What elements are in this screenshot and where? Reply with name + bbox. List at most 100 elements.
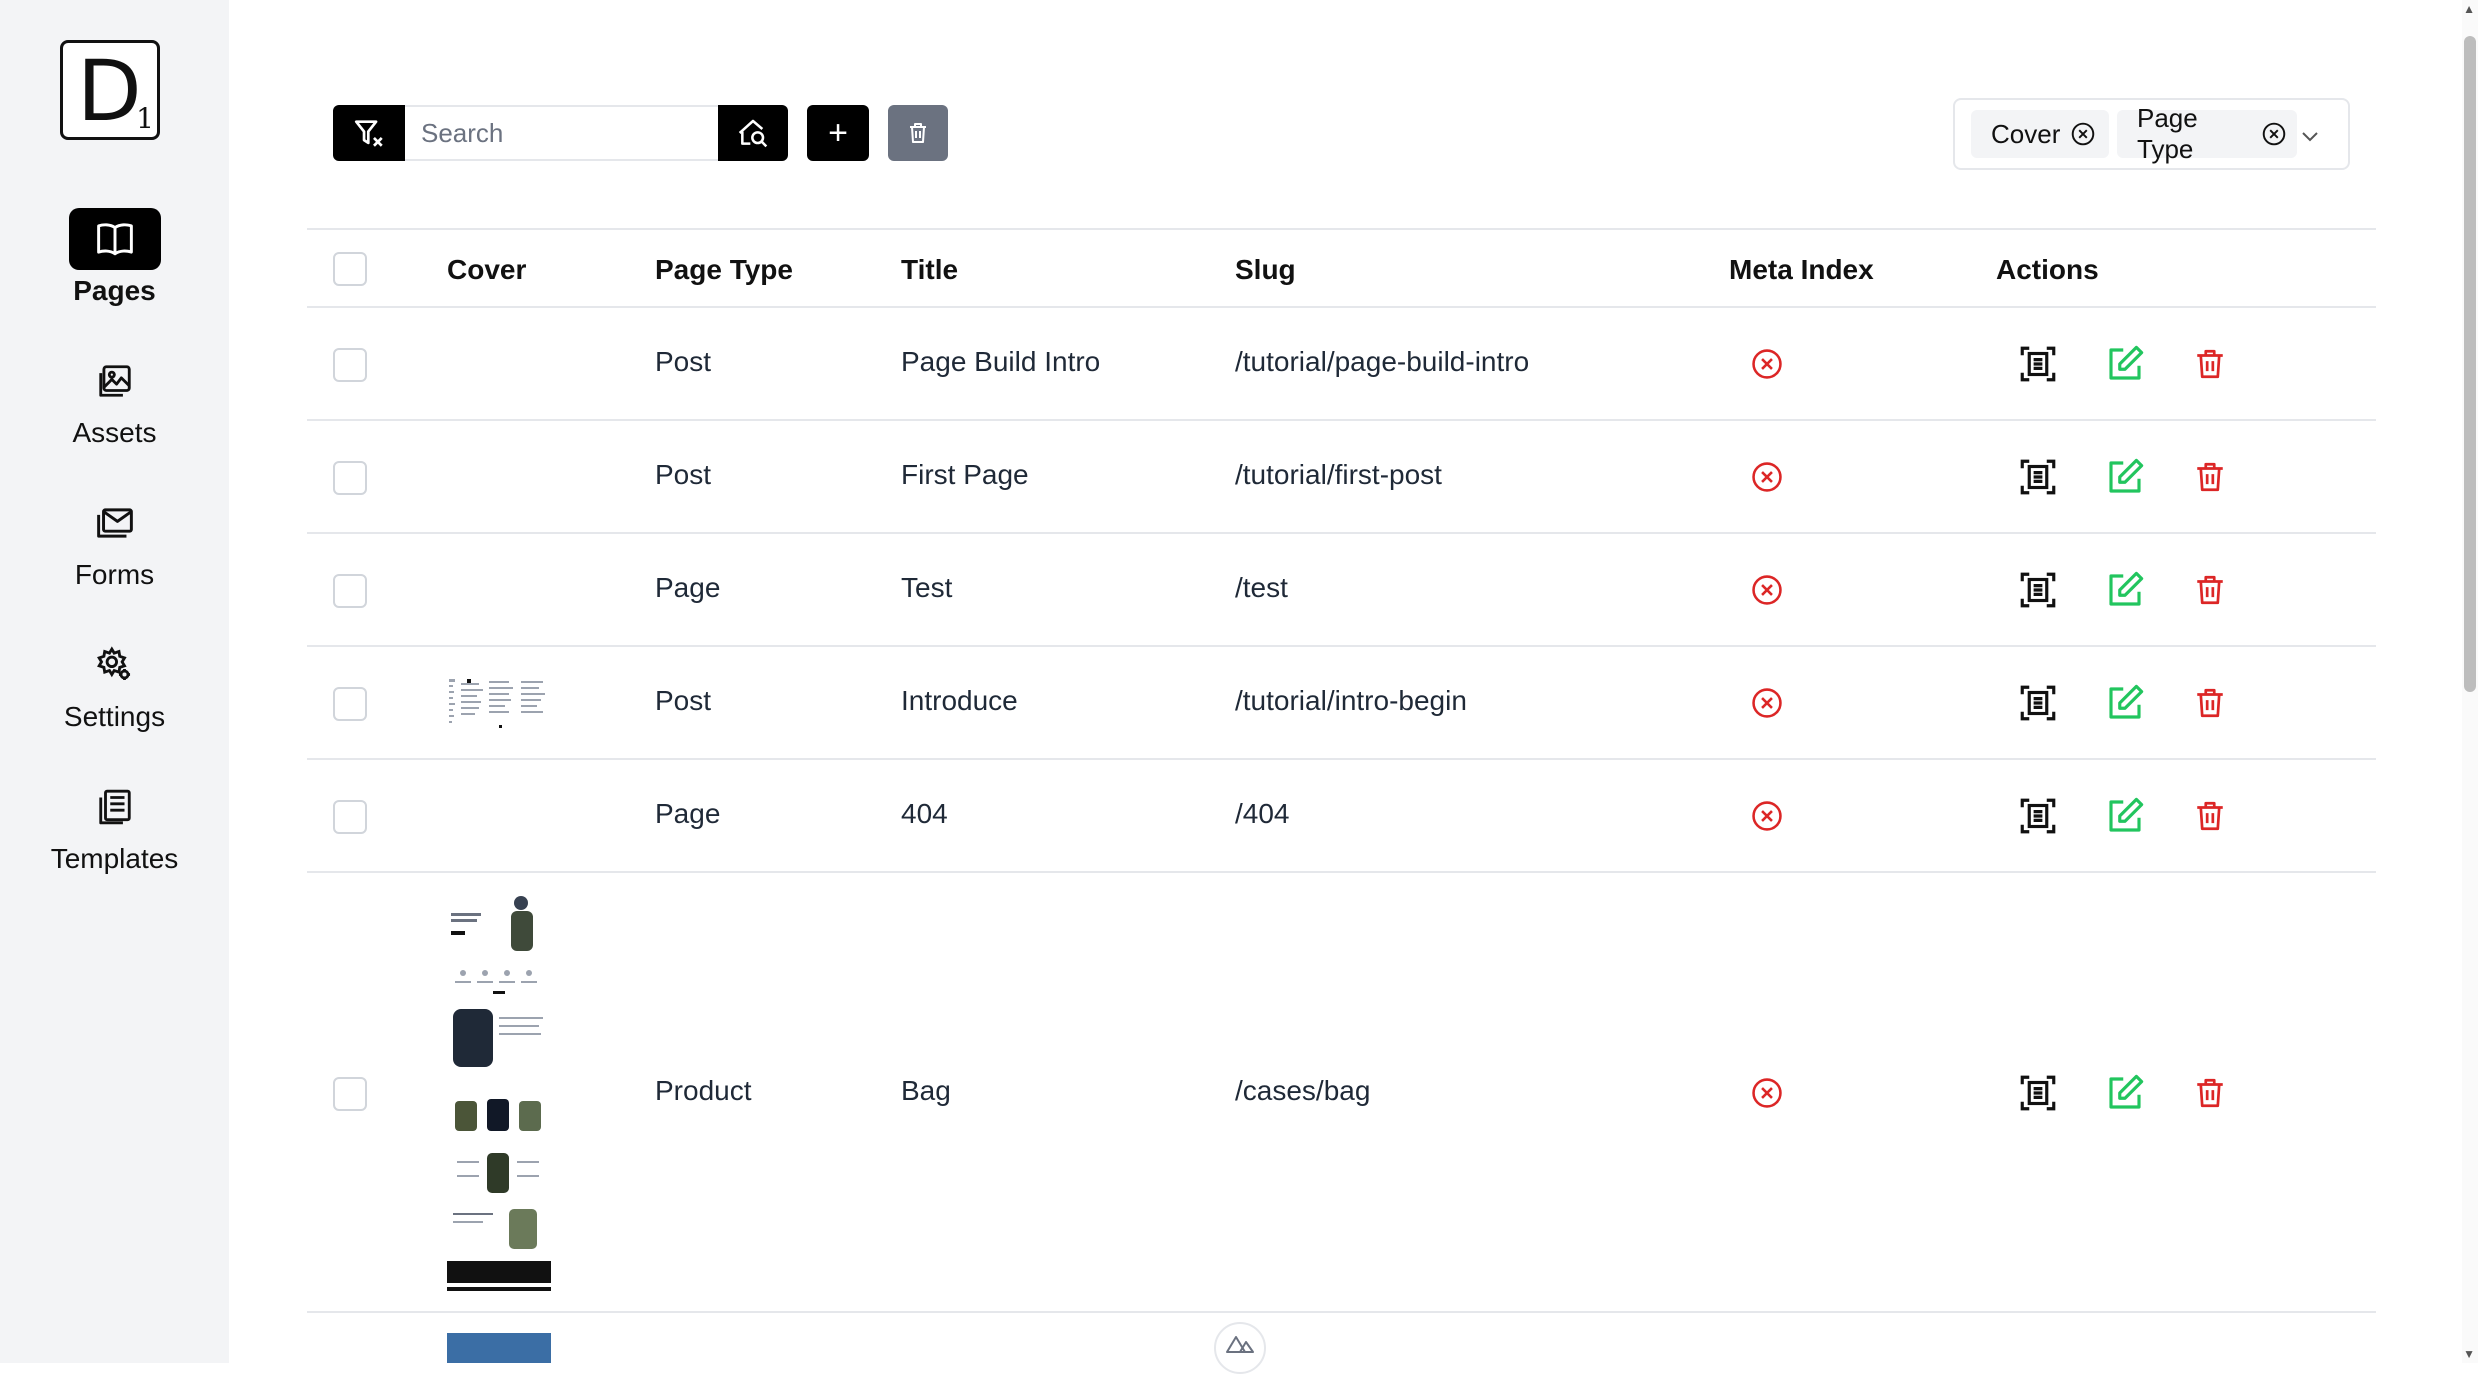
logo-subscript: 1	[136, 102, 154, 135]
cell-page-type: Post	[655, 685, 712, 716]
chip-label: Page Type	[2137, 103, 2198, 164]
cover-thumbnail[interactable]	[447, 1333, 551, 1363]
sidebar-item-label: Settings	[63, 701, 166, 732]
sidebar-item-forms[interactable]: Forms	[0, 492, 229, 612]
cell-slug: /tutorial/page-build-intro	[1235, 346, 1530, 377]
row-checkbox[interactable]	[333, 1077, 367, 1111]
vertical-scrollbar[interactable]: ▲ ▼	[2462, 0, 2478, 1363]
cell-slug: /tutorial/first-post	[1235, 459, 1442, 490]
cell-page-type: Product	[655, 1075, 752, 1106]
edit-icon[interactable]	[2104, 795, 2146, 837]
chevron-down-icon[interactable]	[2298, 124, 2322, 153]
cell-title: First Page	[901, 459, 1029, 490]
edit-icon[interactable]	[2104, 569, 2146, 611]
row-checkbox[interactable]	[333, 348, 367, 382]
column-chip-cover: Cover	[1971, 110, 2109, 158]
cover-thumbnail[interactable]	[447, 891, 551, 1291]
newspaper-icon	[69, 776, 161, 838]
delete-icon[interactable]	[2193, 1074, 2227, 1112]
cog-icon	[69, 634, 161, 696]
search-input[interactable]	[405, 105, 718, 161]
sidebar-item-label: Forms	[74, 559, 155, 590]
edit-icon[interactable]	[2104, 456, 2146, 498]
delete-icon[interactable]	[2193, 684, 2227, 722]
header-slug[interactable]: Slug	[1235, 254, 1296, 286]
view-icon[interactable]	[2017, 456, 2059, 498]
cell-page-type: Page	[655, 572, 721, 603]
sidebar: D 1 Pages Assets Forms Settings Template…	[0, 0, 229, 1363]
row-checkbox[interactable]	[333, 800, 367, 834]
delete-icon[interactable]	[2193, 571, 2227, 609]
view-icon[interactable]	[2017, 343, 2059, 385]
table-row[interactable]: Post Introduce /tutorial/intro-begin	[307, 647, 2376, 760]
header-actions: Actions	[1996, 254, 2099, 285]
not-indexed-icon	[1750, 1076, 1784, 1110]
header-meta-index[interactable]: Meta Index	[1729, 254, 1874, 286]
sidebar-item-label: Assets	[72, 417, 157, 448]
view-icon[interactable]	[2017, 795, 2059, 837]
not-indexed-icon	[1750, 460, 1784, 494]
sidebar-item-label: Pages	[73, 275, 156, 306]
column-chip-page-type: Page Type	[2117, 103, 2297, 164]
visible-columns-select[interactable]: Cover Page Type	[1953, 98, 2350, 170]
table-row[interactable]: Page Test /test	[307, 534, 2376, 647]
images-icon	[69, 350, 161, 412]
delete-icon[interactable]	[2193, 458, 2227, 496]
view-icon[interactable]	[2017, 1072, 2059, 1114]
row-checkbox[interactable]	[333, 574, 367, 608]
select-all-checkbox[interactable]	[333, 252, 367, 286]
cell-slug: /404	[1235, 798, 1290, 829]
table-row[interactable]: Post First Page /tutorial/first-post	[307, 421, 2376, 534]
scroll-down-arrow-icon[interactable]: ▼	[2463, 1347, 2475, 1361]
cell-slug: /tutorial/intro-begin	[1235, 685, 1467, 716]
add-page-button[interactable]: +	[807, 105, 869, 161]
not-indexed-icon	[1750, 347, 1784, 381]
view-icon[interactable]	[2017, 682, 2059, 724]
scrollbar-thumb[interactable]	[2464, 36, 2476, 692]
edit-icon[interactable]	[2104, 343, 2146, 385]
filter-clear-icon	[352, 116, 386, 150]
not-indexed-icon	[1750, 799, 1784, 833]
sidebar-item-label: Templates	[50, 843, 179, 874]
bulk-delete-button[interactable]	[888, 105, 948, 161]
cover-thumbnail[interactable]	[447, 675, 551, 735]
table-row[interactable]: Post Page Build Intro /tutorial/page-bui…	[307, 308, 2376, 421]
not-indexed-icon	[1750, 686, 1784, 720]
remove-chip-icon[interactable]	[2261, 121, 2287, 147]
header-page-type[interactable]: Page Type	[655, 254, 793, 286]
cell-slug: /cases/bag	[1235, 1075, 1371, 1106]
trash-icon	[906, 120, 930, 146]
edit-icon[interactable]	[2104, 1072, 2146, 1114]
row-checkbox[interactable]	[333, 687, 367, 721]
pages-table: Cover Page Type Title Slug Meta Index Ac…	[307, 228, 2376, 1373]
row-checkbox[interactable]	[333, 461, 367, 495]
sidebar-item-settings[interactable]: Settings	[0, 634, 229, 754]
logo-letter: D	[77, 42, 142, 140]
header-cover[interactable]: Cover	[447, 254, 526, 286]
search-button[interactable]	[718, 105, 788, 161]
edit-icon[interactable]	[2104, 682, 2146, 724]
view-icon[interactable]	[2017, 569, 2059, 611]
header-title[interactable]: Title	[901, 254, 958, 286]
sidebar-item-assets[interactable]: Assets	[0, 350, 229, 470]
app-logo[interactable]: D 1	[60, 40, 160, 140]
cell-title: Introduce	[901, 685, 1018, 716]
not-indexed-icon	[1750, 573, 1784, 607]
table-row[interactable]	[307, 1313, 2376, 1373]
scroll-up-arrow-icon[interactable]: ▲	[2463, 2, 2475, 16]
cell-page-type: Post	[655, 459, 712, 490]
sidebar-item-templates[interactable]: Templates	[0, 776, 229, 896]
delete-icon[interactable]	[2193, 797, 2227, 835]
remove-chip-icon[interactable]	[2070, 121, 2096, 147]
devtools-badge[interactable]	[1214, 1322, 1266, 1374]
clear-filter-button[interactable]	[333, 105, 405, 161]
table-row[interactable]: Product Bag /cases/bag	[307, 873, 2376, 1313]
cell-title: 404	[901, 798, 948, 829]
sidebar-item-pages[interactable]: Pages	[0, 208, 229, 328]
delete-icon[interactable]	[2193, 345, 2227, 383]
cell-page-type: Page	[655, 798, 721, 829]
table-row[interactable]: Page 404 /404	[307, 760, 2376, 873]
envelope-icon	[69, 492, 161, 554]
nuxt-logo-icon	[1225, 1334, 1255, 1354]
cell-page-type: Post	[655, 346, 712, 377]
